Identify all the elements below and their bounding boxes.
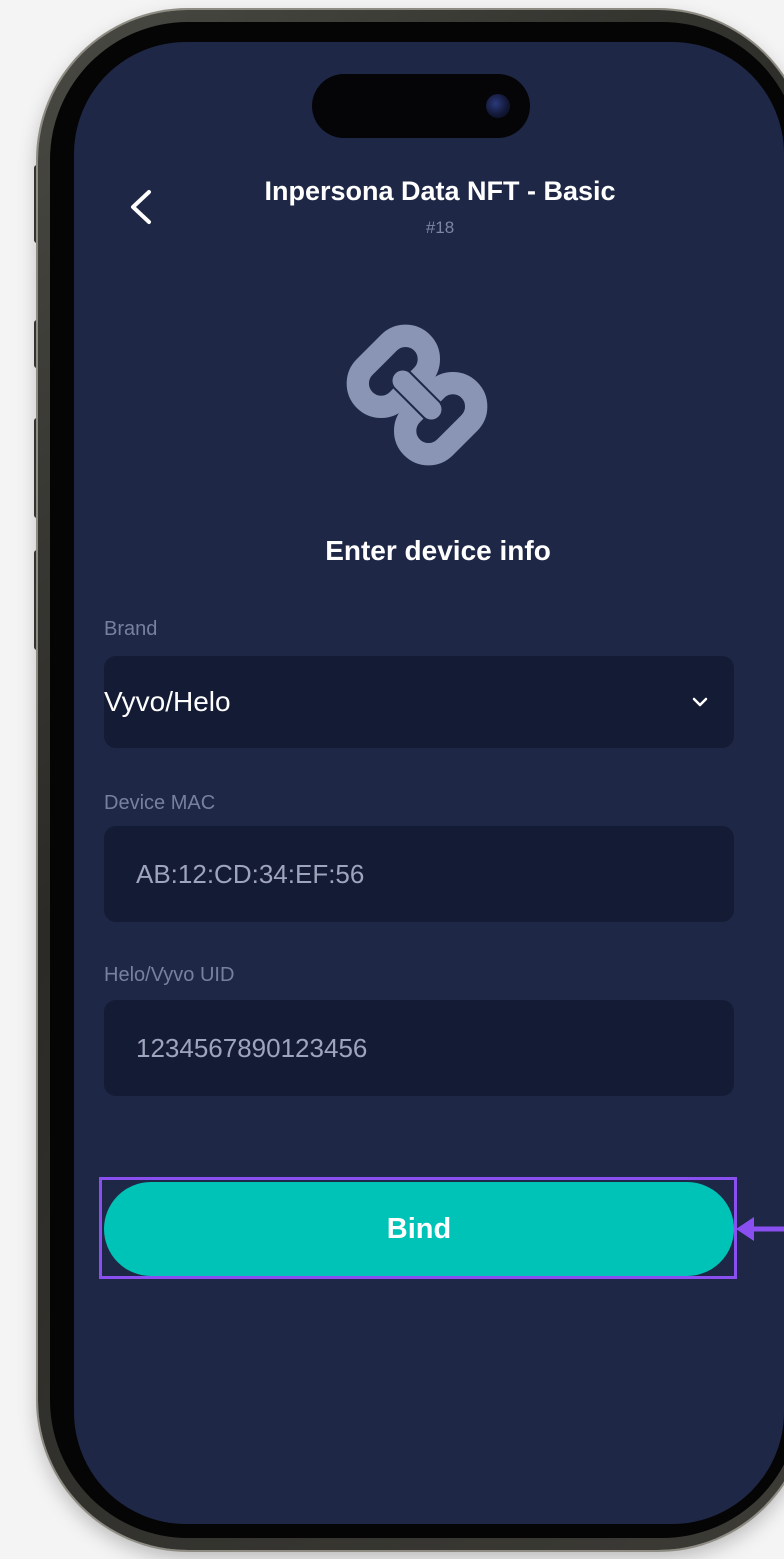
page-subtitle: #18 bbox=[425, 218, 455, 237]
device-mac-field[interactable]: AB:12:CD:34:EF:56 bbox=[104, 826, 734, 922]
uid-field[interactable]: 1234567890123456 bbox=[104, 1000, 734, 1096]
bind-button-label: Bind bbox=[386, 1212, 452, 1245]
link-icon bbox=[346, 324, 488, 466]
brand-selected-value: Vyvo/Helo bbox=[104, 686, 231, 717]
stage: Inpersona Data NFT - Basic #18 Enter dev… bbox=[0, 0, 784, 1559]
bind-button[interactable]: Bind bbox=[104, 1182, 734, 1276]
dynamic-island bbox=[312, 74, 530, 138]
camera-icon bbox=[486, 94, 510, 118]
page-title: Inpersona Data NFT - Basic bbox=[264, 176, 616, 206]
arrow-left-icon bbox=[736, 1217, 784, 1241]
section-heading: Enter device info bbox=[325, 535, 551, 566]
device-mac-label: Device MAC bbox=[104, 792, 216, 814]
brand-select[interactable]: Vyvo/Helo bbox=[104, 656, 734, 748]
uid-value: 1234567890123456 bbox=[136, 1033, 368, 1063]
device-mac-value: AB:12:CD:34:EF:56 bbox=[136, 859, 365, 889]
uid-label: Helo/Vyvo UID bbox=[104, 964, 235, 986]
chevron-down-icon bbox=[692, 697, 708, 707]
brand-label: Brand bbox=[104, 618, 158, 640]
phone-screen: Inpersona Data NFT - Basic #18 Enter dev… bbox=[74, 42, 784, 1524]
